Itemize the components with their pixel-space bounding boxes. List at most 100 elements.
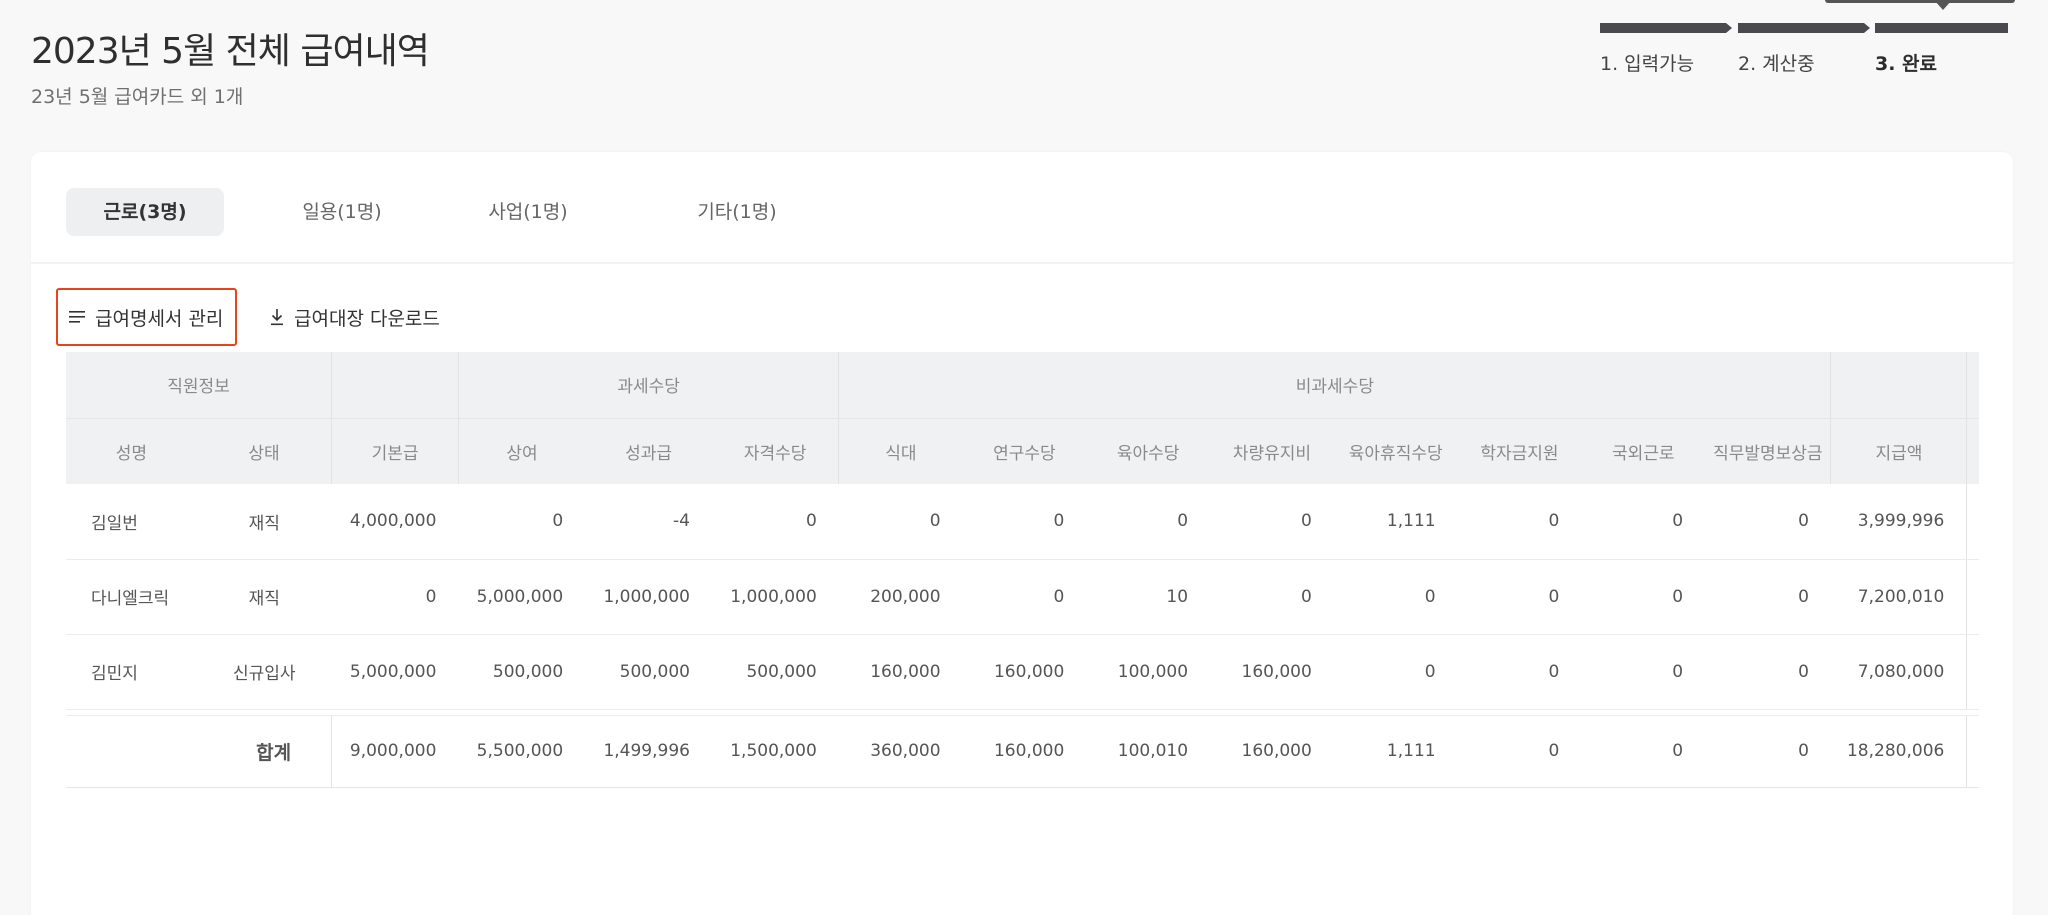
table-cell: 1,000,000 <box>585 559 712 635</box>
table-cell: 160,000 <box>962 634 1087 710</box>
column-header: 기본급 <box>331 418 459 484</box>
employee-status: 신규입사 <box>196 634 332 710</box>
table-cell: 500,000 <box>711 634 839 710</box>
total-cell: 1,500,000 <box>711 715 839 788</box>
table-cell: 500,000 <box>585 634 712 710</box>
total-cell: 160,000 <box>962 715 1087 788</box>
tab-regular-workers[interactable]: 근로(3명) <box>66 188 224 236</box>
tab-other-income[interactable]: 기타(1명) <box>658 188 816 236</box>
group-base <box>331 352 459 419</box>
step-label: 2. 계산중 <box>1738 53 1815 75</box>
total-cell: 0 <box>1705 715 1831 788</box>
table-cell: 0 <box>1705 484 1831 560</box>
table-cell: 1,111 <box>1333 484 1458 560</box>
table-cell: 0 <box>1457 559 1582 635</box>
table-cell: 1,000,000 <box>711 559 839 635</box>
column-header: 상태 <box>196 418 333 484</box>
table-cell: 0 <box>1705 634 1831 710</box>
group-taxable-allowance: 과세수당 <box>458 352 840 419</box>
table-cell: 0 <box>1210 559 1334 635</box>
table-cell: 160,000 <box>838 634 963 710</box>
table-cell: -4 <box>585 484 712 560</box>
step-label: 1. 입력가능 <box>1600 53 1695 75</box>
table-cell: 200,000 <box>838 559 963 635</box>
table-cell: 0 <box>962 484 1087 560</box>
payroll-table: 직원정보 과세수당 비과세수당 성명 상태 기본급 상여 성과급 자격수당 식대… <box>66 352 1979 788</box>
step-bar <box>1875 23 2008 33</box>
column-header: 성명 <box>66 418 197 484</box>
table-cell: 0 <box>458 484 586 560</box>
table-cell: 0 <box>1581 634 1706 710</box>
table-cell: 0 <box>1581 484 1706 560</box>
total-blank <box>66 715 197 788</box>
step-bar <box>1600 23 1732 33</box>
column-header: 직무발명보상금 <box>1705 418 1832 484</box>
table-cell: 0 <box>1210 484 1334 560</box>
payslip-manage-button[interactable]: 급여명세서 관리 <box>56 288 238 346</box>
column-header: 차량유지비 <box>1210 418 1334 484</box>
total-row: 합계 9,000,000 5,500,000 1,499,996 1,500,0… <box>66 715 1979 788</box>
payroll-ledger-download-button[interactable]: 급여대장 다운로드 <box>269 288 440 346</box>
column-header: 국외근로 <box>1581 418 1706 484</box>
payroll-table-container: 직원정보 과세수당 비과세수당 성명 상태 기본급 상여 성과급 자격수당 식대… <box>66 352 1979 788</box>
total-cell: 1,111 <box>1333 715 1458 788</box>
table-cell: 10 <box>1086 559 1211 635</box>
step-complete: 3. 완료 <box>1875 20 2008 80</box>
table-cell: 0 <box>962 559 1087 635</box>
step-input-available: 1. 입력가능 <box>1600 20 1732 80</box>
step-bar <box>1738 23 1870 33</box>
table-row[interactable]: 김일번 재직 4,000,000 0 -4 0 0 0 0 0 1,111 0 … <box>66 484 1979 560</box>
total-cell: 360,000 <box>838 715 963 788</box>
total-cell: 160,000 <box>1210 715 1334 788</box>
employee-name: 김일번 <box>66 484 197 560</box>
table-cell: 0 <box>331 559 459 635</box>
download-icon <box>271 309 283 326</box>
total-cell: 100,010 <box>1086 715 1211 788</box>
table-column-header-row: 성명 상태 기본급 상여 성과급 자격수당 식대 연구수당 육아수당 차량유지비… <box>66 418 1979 484</box>
total-cell: 5,500,000 <box>458 715 586 788</box>
column-header: 육아수당 <box>1086 418 1211 484</box>
table-cell: 5,000,000 <box>458 559 586 635</box>
group-employee-info: 직원정보 <box>66 352 333 419</box>
table-cell: 0 <box>838 484 963 560</box>
table-cell: 0 <box>1457 484 1582 560</box>
page-subtitle: 23년 5월 급여카드 외 1개 <box>31 86 244 108</box>
scroll-edge <box>1966 418 1979 484</box>
table-cell: 3,999,996 <box>1830 484 1967 560</box>
table-cell: 4,000,000 <box>331 484 459 560</box>
table-cell: 100,000 <box>1086 634 1211 710</box>
scroll-edge <box>1966 634 1979 710</box>
column-header: 자격수당 <box>711 418 840 484</box>
table-cell: 7,080,000 <box>1830 634 1967 710</box>
total-cell: 1,499,996 <box>585 715 712 788</box>
total-cell: 0 <box>1457 715 1582 788</box>
column-header: 학자금지원 <box>1457 418 1582 484</box>
scroll-edge <box>1966 715 1979 788</box>
top-notch <box>1825 0 2015 3</box>
table-cell: 7,200,010 <box>1830 559 1967 635</box>
scroll-edge <box>1966 352 1979 419</box>
step-calculating: 2. 계산중 <box>1738 20 1870 80</box>
table-cell: 5,000,000 <box>331 634 459 710</box>
tab-daily-workers[interactable]: 일용(1명) <box>263 188 421 236</box>
scroll-edge <box>1966 559 1979 635</box>
table-cell: 160,000 <box>1210 634 1334 710</box>
table-cell: 0 <box>711 484 839 560</box>
column-header: 육아휴직수당 <box>1333 418 1458 484</box>
table-cell: 0 <box>1457 634 1582 710</box>
total-label: 합계 <box>196 715 333 788</box>
payroll-card: 근로(3명) 일용(1명) 사업(1명) 기타(1명) 급여명세서 관리 급여대… <box>31 152 2013 915</box>
payslip-manage-label: 급여명세서 관리 <box>95 307 224 330</box>
scroll-edge <box>1966 484 1979 560</box>
toolbar: 급여명세서 관리 급여대장 다운로드 <box>31 284 2013 346</box>
step-label: 3. 완료 <box>1875 53 1938 75</box>
total-cell: 18,280,006 <box>1830 715 1967 788</box>
column-header: 연구수당 <box>962 418 1087 484</box>
table-cell: 0 <box>1581 559 1706 635</box>
column-header: 성과급 <box>585 418 712 484</box>
employee-status: 재직 <box>196 484 332 560</box>
tab-business-income[interactable]: 사업(1명) <box>449 188 607 236</box>
employee-status: 재직 <box>196 559 332 635</box>
table-row[interactable]: 김민지 신규입사 5,000,000 500,000 500,000 500,0… <box>66 634 1979 710</box>
table-row[interactable]: 다니엘크릭 재직 0 5,000,000 1,000,000 1,000,000… <box>66 559 1979 635</box>
